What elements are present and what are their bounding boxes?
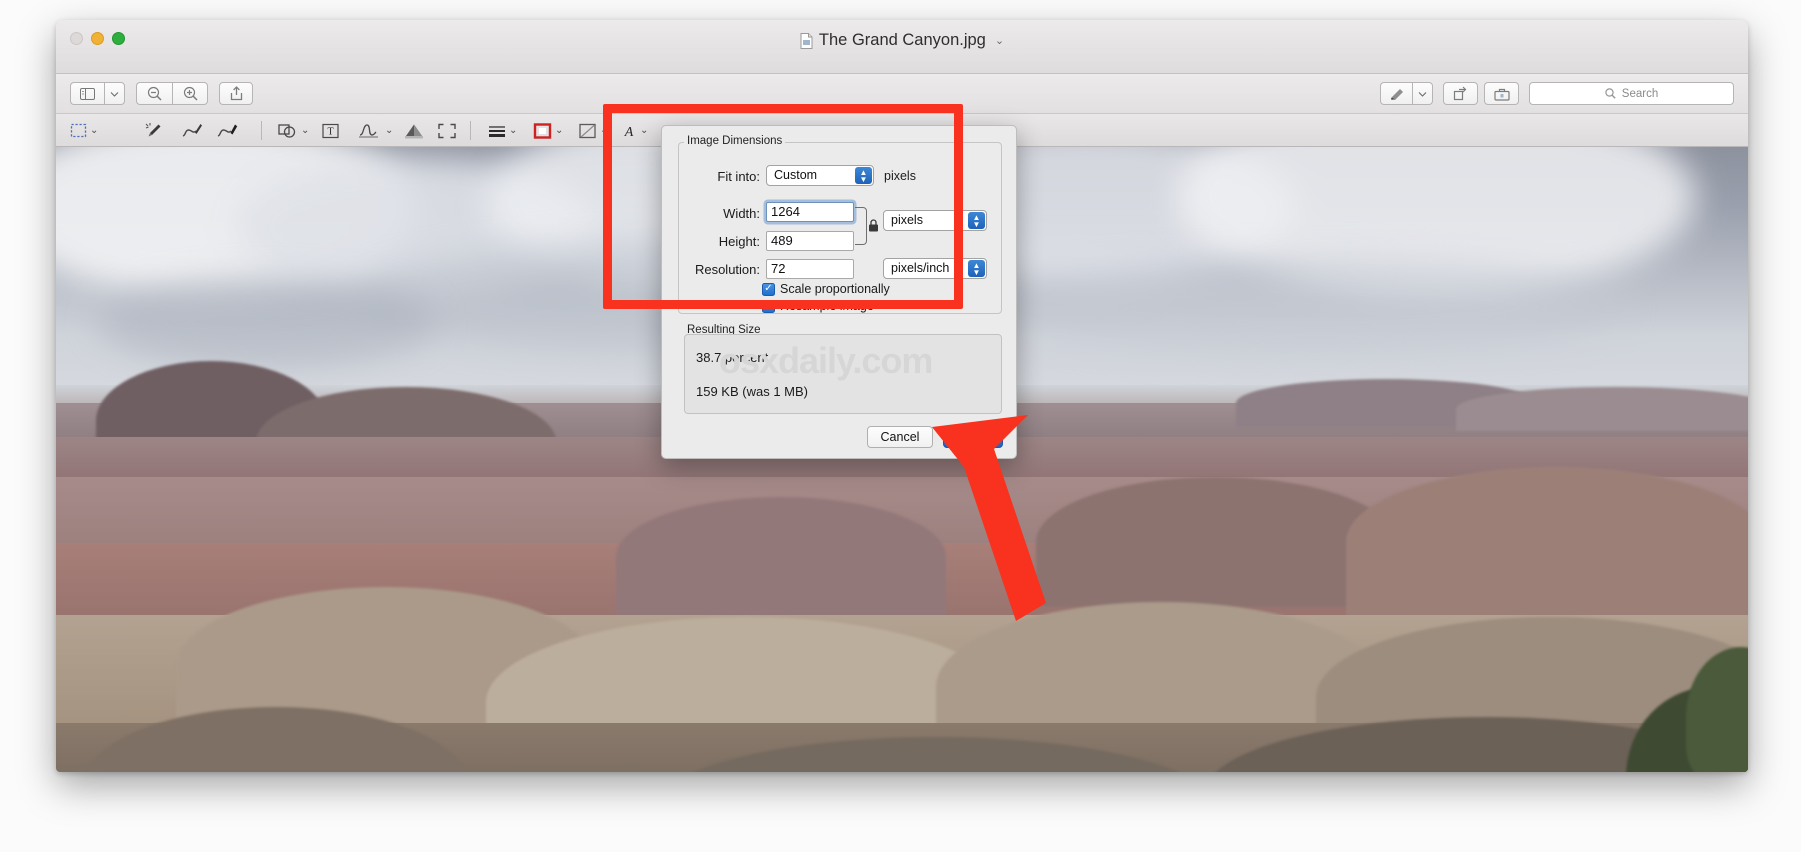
fit-into-unit-label: pixels (884, 169, 916, 183)
search-input[interactable]: Search (1529, 82, 1734, 105)
text-tool[interactable]: T (322, 119, 339, 142)
lock-closed-icon[interactable] (868, 219, 879, 232)
height-input[interactable]: 489 (766, 231, 854, 251)
link-bracket (855, 207, 867, 245)
scale-proportionally-checkbox[interactable]: ✓ Scale proportionally (762, 282, 890, 296)
resolution-unit-value: pixels/inch (891, 261, 950, 275)
image-dimensions-group-label: Image Dimensions (684, 135, 786, 147)
toolbox-button[interactable] (1484, 82, 1519, 105)
height-label: Height: (718, 234, 760, 249)
toolbar-left-group (70, 82, 259, 105)
chevron-down-icon[interactable]: ⌄ (555, 125, 563, 136)
scale-proportionally-label: Scale proportionally (780, 282, 890, 296)
chevron-down-icon[interactable]: ⌄ (600, 125, 608, 136)
preview-window: The Grand Canyon.jpg ⌄ Search ⌄ ⌄ T ⌄ ⌄ … (56, 20, 1748, 772)
stepper-arrows-icon[interactable]: ▲ ▼ (968, 260, 985, 277)
chevron-down-icon[interactable]: ⌄ (509, 125, 517, 136)
svg-text:A: A (624, 125, 634, 139)
checkbox-checked-icon: ✓ (762, 282, 775, 296)
toolbar-right-group: Search (1380, 82, 1734, 105)
chevron-down-icon[interactable]: ⌄ (90, 125, 98, 136)
sketch-tool[interactable] (181, 119, 203, 142)
instant-alpha-tool[interactable] (144, 119, 163, 142)
size-unit-select[interactable]: pixels ▲ ▼ (883, 210, 987, 231)
resulting-percent: 38.7 percent (696, 350, 769, 365)
chevron-down-icon[interactable]: ⌄ (640, 125, 648, 136)
fit-into-select[interactable]: Custom ▲ ▼ (766, 165, 874, 186)
resolution-unit-select[interactable]: pixels/inch ▲ ▼ (883, 258, 987, 279)
resolution-label: Resolution: (694, 262, 760, 277)
stepper-arrows-icon[interactable]: ▲ ▼ (968, 212, 985, 229)
fit-into-value: Custom (774, 168, 818, 182)
chevron-down-icon[interactable]: ⌄ (301, 125, 309, 136)
border-color-tool[interactable]: ⌄ (533, 119, 563, 142)
screenshot-root: The Grand Canyon.jpg ⌄ Search ⌄ ⌄ T ⌄ ⌄ … (0, 0, 1801, 852)
red-pointer-arrow (932, 415, 1046, 621)
crop-tool[interactable] (438, 119, 456, 142)
resulting-filesize: 159 KB (was 1 MB) (696, 384, 808, 399)
markup-menu-button[interactable] (1412, 82, 1433, 105)
adjust-color-tool[interactable] (404, 119, 424, 142)
width-input[interactable]: 1264 (766, 202, 854, 222)
shapes-tool[interactable]: ⌄ (278, 119, 309, 142)
text-style-tool[interactable]: A ⌄ (622, 119, 649, 142)
rotate-button[interactable] (1443, 82, 1478, 105)
window-title-text: The Grand Canyon.jpg (818, 31, 986, 49)
window-title: The Grand Canyon.jpg ⌄ (56, 31, 1748, 50)
fill-color-tool[interactable]: ⌄ (578, 119, 608, 142)
search-placeholder: Search (1621, 87, 1659, 100)
width-label: Width: (723, 206, 760, 221)
zoom-in-button[interactable] (172, 82, 208, 105)
checkbox-checked-icon: ✓ (762, 299, 775, 313)
markup-toolbar-button[interactable] (1380, 82, 1412, 105)
resample-image-label: Resample image (780, 299, 874, 313)
rectangular-selection-tool[interactable]: ⌄ (70, 119, 98, 142)
fit-into-label: Fit into: (717, 169, 760, 184)
stepper-arrows-icon[interactable]: ▲ ▼ (855, 167, 872, 184)
main-toolbar: Search (56, 74, 1748, 114)
window-title-bar: The Grand Canyon.jpg ⌄ (56, 20, 1748, 74)
sidebar-view-button[interactable] (70, 82, 104, 105)
sign-tool[interactable]: ⌄ (358, 119, 393, 142)
zoom-out-button[interactable] (136, 82, 172, 105)
draw-tool[interactable] (216, 119, 238, 142)
sidebar-view-menu-button[interactable] (104, 82, 125, 105)
resample-image-checkbox[interactable]: ✓ Resample image (762, 299, 874, 313)
search-icon (1605, 88, 1616, 99)
chevron-down-icon[interactable]: ⌄ (385, 125, 393, 136)
share-button[interactable] (219, 82, 253, 105)
shape-style-tool[interactable]: ⌄ (488, 119, 517, 142)
svg-text:T: T (327, 126, 333, 137)
document-icon (800, 32, 813, 49)
resolution-input[interactable]: 72 (766, 259, 854, 279)
title-chevron-down-icon[interactable]: ⌄ (995, 34, 1004, 47)
size-unit-value: pixels (891, 213, 923, 227)
